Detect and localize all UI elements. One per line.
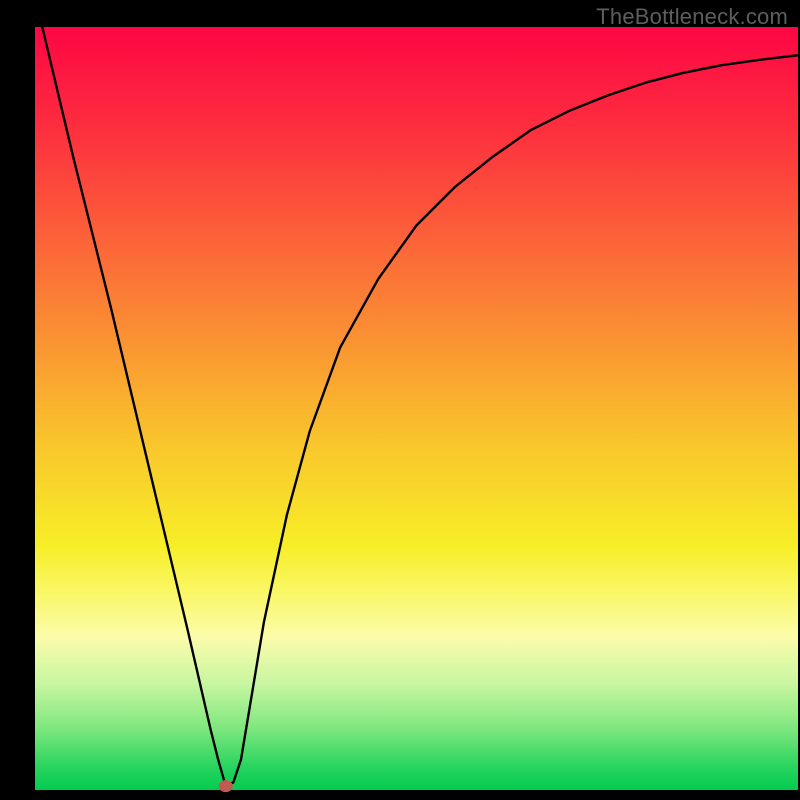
- watermark-text: TheBottleneck.com: [596, 4, 788, 30]
- optimum-marker: [219, 780, 233, 792]
- gradient-background: [35, 27, 798, 790]
- chart-container: { "watermark": "TheBottleneck.com", "cha…: [0, 0, 800, 800]
- bottleneck-chart: [0, 0, 800, 800]
